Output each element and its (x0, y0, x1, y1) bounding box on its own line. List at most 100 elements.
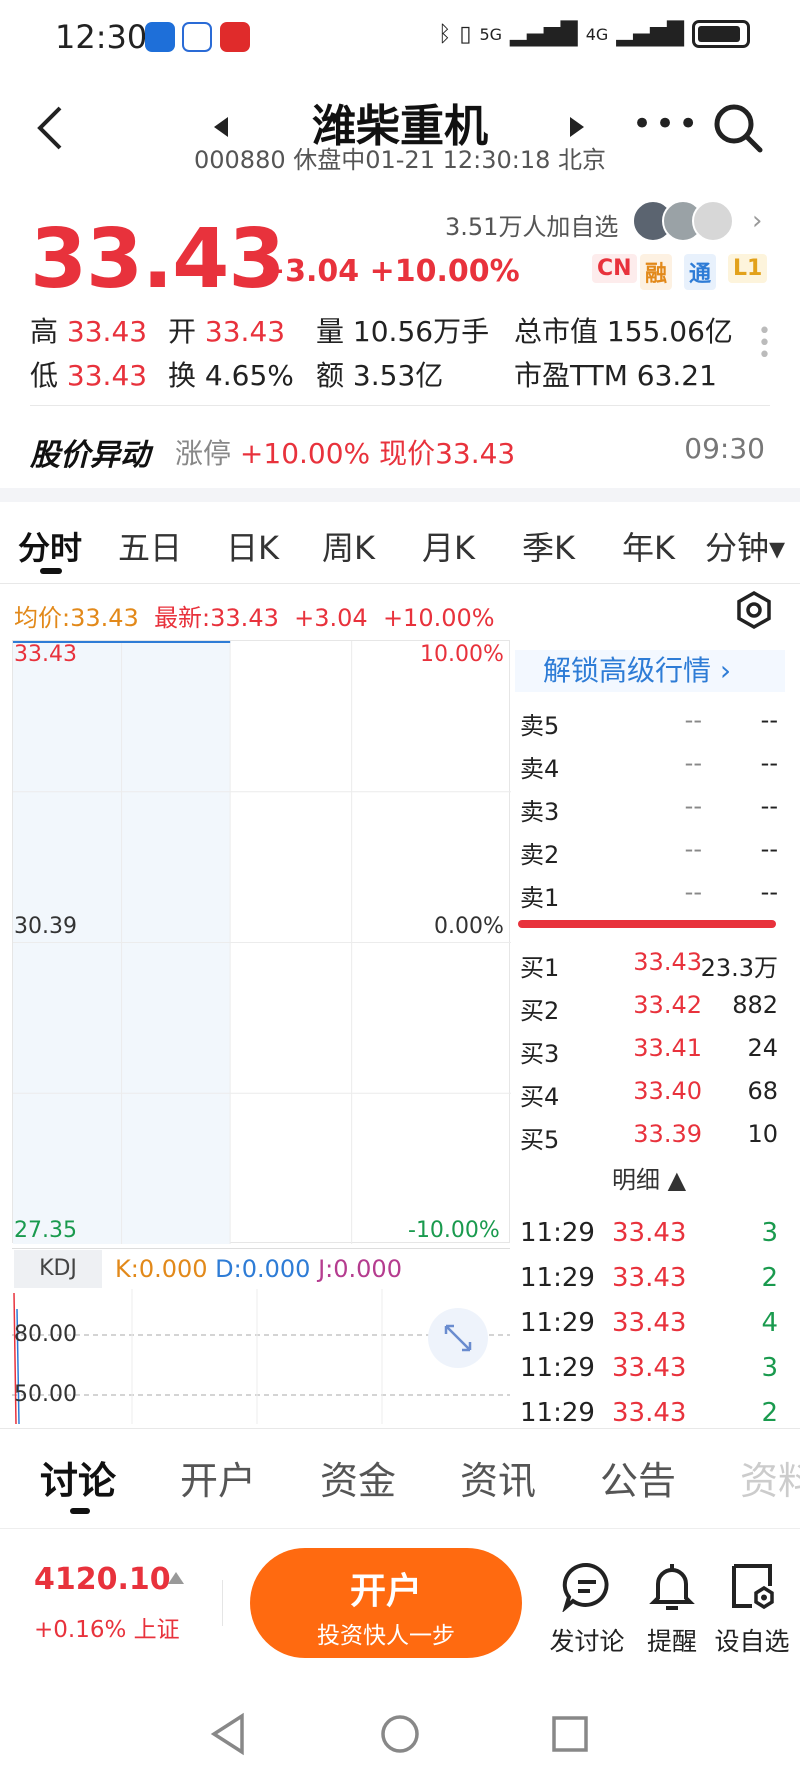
tick-price: 33.43 (612, 1353, 687, 1383)
drag-handle-icon[interactable]: • • • (758, 321, 771, 367)
tab-weekly[interactable]: 周K (322, 523, 375, 569)
post-discussion-button[interactable]: 发讨论 (547, 1560, 627, 1658)
nav-home-icon[interactable] (378, 1712, 422, 1756)
tab-minute[interactable]: 分钟▾ (705, 523, 785, 569)
expand-chart-button[interactable] (428, 1308, 488, 1368)
tick-volume: 4 (761, 1308, 778, 1338)
stat-value: 33.43 (66, 359, 148, 392)
nav-back-icon[interactable] (208, 1712, 248, 1756)
change-value: +3.04 (260, 254, 360, 289)
level-volume: -- (760, 706, 778, 734)
divider (30, 405, 770, 406)
intraday-info: 均价:33.43 最新:33.43 +3.04 +10.00% (14, 598, 495, 633)
tab-intraday[interactable]: 分时 (18, 523, 82, 569)
trade-detail-toggle[interactable]: 明细 ▲ (520, 1160, 778, 1195)
tab-profile[interactable]: 资料 (740, 1450, 800, 1505)
expand-icon (444, 1324, 472, 1352)
nav-recents-icon[interactable] (548, 1712, 592, 1756)
more-options-icon[interactable]: ••• (632, 104, 701, 144)
anomaly-text[interactable]: 涨停 +10.00% 现价33.43 (175, 432, 515, 472)
tab-indicator (70, 1508, 90, 1514)
index-value[interactable]: 4120.10 (34, 1562, 171, 1597)
tab-announcements[interactable]: 公告 (600, 1450, 676, 1505)
stock-subtitle: 000880 休盘中01-21 12:30:18 北京 (193, 146, 607, 174)
followers-count[interactable]: 3.51万人加自选 (445, 207, 618, 242)
badge-margin[interactable]: 融 (640, 254, 673, 290)
level-label: 买4 (520, 1083, 560, 1111)
ask-row: 卖5 -- -- (520, 700, 778, 742)
tab-daily[interactable]: 日K (226, 523, 279, 569)
badge-cn[interactable]: CN (592, 254, 637, 283)
tick-time: 11:29 (520, 1263, 595, 1293)
open-account-label: 开户 (349, 1571, 422, 1612)
level-price: -- (684, 706, 702, 734)
tab-monthly[interactable]: 月K (422, 523, 475, 569)
tick-time: 11:29 (520, 1308, 595, 1338)
next-stock-icon[interactable] (570, 117, 584, 137)
tab-yearly[interactable]: 年K (622, 523, 675, 569)
bid-row: 买3 33.41 24 (520, 1028, 778, 1070)
tick-price: 33.43 (612, 1218, 687, 1248)
badge-l1[interactable]: L1 (728, 254, 768, 283)
tab-five-day[interactable]: 五日 (118, 523, 182, 569)
section-separator (0, 488, 800, 502)
app-notification-icon (220, 22, 250, 52)
unlock-advanced-quote-button[interactable]: 解锁高级行情 › (515, 650, 785, 692)
pct-tick-top: 10.00% (420, 642, 504, 667)
kdj-values: K:0.000 D:0.000 J:0.000 (115, 1255, 402, 1283)
stat-label: 量 (316, 315, 345, 348)
tab-discussion[interactable]: 讨论 (40, 1450, 116, 1505)
level-price: -- (684, 835, 702, 863)
search-icon[interactable] (710, 100, 766, 156)
avg-price: 均价:33.43 (14, 604, 139, 632)
stat-value: 33.43 (204, 315, 286, 348)
divider (0, 1528, 800, 1529)
trade-tick-row: 11:29 33.43 4 (520, 1308, 778, 1352)
level-label: 卖3 (520, 798, 560, 826)
stat-label: 总市值 (514, 315, 599, 348)
signal-5g-label: 5G (479, 24, 503, 44)
post-discussion-label: 发讨论 (549, 1627, 625, 1656)
ask-row: 卖2 -- -- (520, 829, 778, 871)
tab-quarterly[interactable]: 季K (522, 523, 575, 569)
bid-row: 买2 33.42 882 (520, 985, 778, 1027)
level-label: 买3 (520, 1040, 560, 1068)
add-watchlist-label: 设自选 (714, 1627, 790, 1656)
index-change[interactable]: +0.16% 上证 (34, 1610, 180, 1644)
tab-news[interactable]: 资讯 (460, 1450, 536, 1505)
anomaly-title[interactable]: 股价异动 (30, 430, 150, 474)
trade-tick-row: 11:29 33.43 2 (520, 1263, 778, 1307)
avatar (692, 200, 734, 242)
level-price: 33.39 (633, 1120, 702, 1148)
signal-icon: ▂▄▆█ (510, 21, 578, 47)
bid-row: 买1 33.43 23.3万 (520, 942, 778, 984)
tick-price: 33.43 (612, 1398, 687, 1428)
stat-value: 155.06亿 (606, 315, 733, 348)
caret-up-icon (168, 1572, 184, 1584)
tab-open-account[interactable]: 开户 (180, 1450, 256, 1505)
latest-price: 最新:33.43 (154, 604, 279, 632)
bid-ask-divider (518, 920, 776, 928)
stat-label: 市盈TTM (514, 359, 628, 392)
alert-button[interactable]: 提醒 (632, 1560, 712, 1658)
stat-value: 4.65% (204, 359, 294, 392)
settings-icon[interactable] (734, 590, 774, 630)
kdj-level-50: 50.00 (14, 1382, 77, 1407)
tab-funds[interactable]: 资金 (320, 1450, 396, 1505)
app-notification-icon (145, 22, 175, 52)
add-watchlist-button[interactable]: 设自选 (712, 1560, 792, 1658)
level-label: 卖5 (520, 712, 560, 740)
level-price: 33.42 (633, 991, 702, 1019)
bid-row: 买5 33.39 10 (520, 1114, 778, 1156)
open-account-button[interactable]: 开户 投资快人一步 (250, 1548, 522, 1658)
anomaly-now: 现价33.43 (379, 437, 516, 470)
trade-tick-row: 11:29 33.43 3 (520, 1218, 778, 1262)
change-pct: +10.00% (369, 254, 520, 289)
pct-tick-bottom: -10.00% (408, 1218, 500, 1243)
badge-connect[interactable]: 通 (684, 254, 717, 290)
intraday-chart[interactable] (12, 640, 511, 1244)
kdj-tag[interactable]: KDJ (14, 1250, 102, 1288)
tick-time: 11:29 (520, 1218, 595, 1248)
status-bar: 12:30 ᛒ ▯ 5G ▂▄▆█ 4G ▂▄▆█ (0, 0, 800, 72)
chevron-right-icon[interactable]: › (752, 206, 762, 236)
